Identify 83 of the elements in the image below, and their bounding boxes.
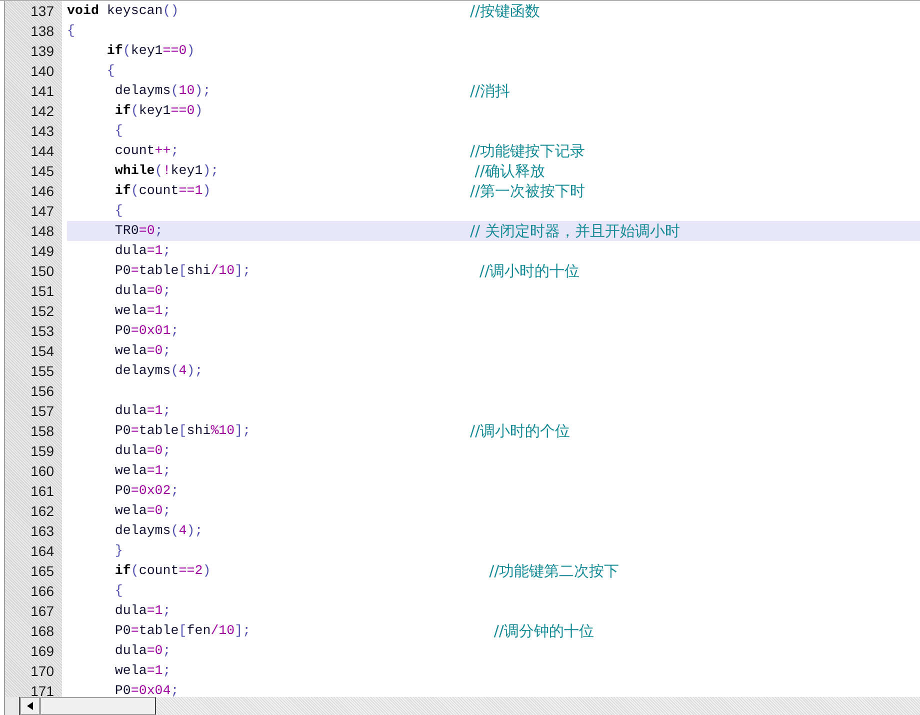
line-number: 168 xyxy=(30,622,54,641)
line-number: 160 xyxy=(30,462,54,481)
line-number: 139 xyxy=(30,42,54,61)
code-text: P0=table[shi%10]; xyxy=(114,422,252,440)
code-text: count++; xyxy=(114,142,180,160)
code-text: delayms(4); xyxy=(114,522,204,540)
code-text: wela=1; xyxy=(114,662,172,680)
line-number: 138 xyxy=(30,22,54,41)
code-text: dula=1; xyxy=(114,242,172,260)
code-comment: //功能键按下记录 xyxy=(470,141,586,161)
line-number: 165 xyxy=(30,562,54,581)
line-number: 171 xyxy=(30,682,54,697)
code-text: while(!key1); xyxy=(114,162,220,180)
code-text: dula=0; xyxy=(114,442,172,460)
code-text: if(key1==0) xyxy=(114,102,204,120)
code-text: } xyxy=(114,542,124,560)
line-number: 154 xyxy=(30,342,54,361)
line-number: 151 xyxy=(30,282,54,301)
line-number: 141 xyxy=(30,82,54,101)
line-number: 163 xyxy=(30,522,54,541)
line-number: 156 xyxy=(30,382,54,401)
line-number: 164 xyxy=(30,542,54,561)
line-number: 150 xyxy=(30,262,54,281)
code-text: wela=1; xyxy=(114,302,172,320)
line-number: 152 xyxy=(30,302,54,321)
scrollbar-corner xyxy=(4,697,20,715)
code-text: P0=0x04; xyxy=(114,682,180,697)
left-arrow-icon xyxy=(27,702,33,710)
code-text: P0=0x02; xyxy=(114,482,180,500)
code-text: { xyxy=(67,22,76,40)
code-comment: //第一次被按下时 xyxy=(470,181,586,201)
line-number: 137 xyxy=(30,2,54,21)
code-text: P0=table[fen/10]; xyxy=(114,622,252,640)
line-number: 144 xyxy=(30,142,54,161)
line-number: 157 xyxy=(30,402,54,421)
code-text: { xyxy=(106,62,116,80)
line-number: 145 xyxy=(30,162,54,181)
code-text: { xyxy=(114,122,124,140)
line-number: 148 xyxy=(30,222,54,241)
code-comment: //调小时的十位 xyxy=(478,261,580,281)
code-text: dula=0; xyxy=(114,642,172,660)
code-text: P0=table[shi/10]; xyxy=(114,262,252,280)
code-text: dula=1; xyxy=(114,602,172,620)
code-text: wela=0; xyxy=(114,342,172,360)
line-number: 142 xyxy=(30,102,54,121)
line-number: 146 xyxy=(30,182,54,201)
code-comment: //消抖 xyxy=(470,81,510,101)
line-number: 143 xyxy=(30,122,54,141)
line-number: 158 xyxy=(30,422,54,441)
code-comment: //调小时的个位 xyxy=(470,421,570,441)
line-number: 155 xyxy=(30,362,54,381)
code-comment: // 关闭定时器，并且开始调小时 xyxy=(470,221,680,241)
code-text: if(count==1) xyxy=(114,182,212,200)
code-text: dula=1; xyxy=(114,402,172,420)
code-text: delayms(4); xyxy=(114,362,204,380)
code-text: if(key1==0) xyxy=(106,42,196,60)
code-text: { xyxy=(114,202,124,220)
line-number: 147 xyxy=(30,202,54,221)
line-number: 149 xyxy=(30,242,54,261)
code-text: wela=1; xyxy=(114,462,172,480)
line-number: 166 xyxy=(30,582,54,601)
scrollbar-thumb[interactable] xyxy=(40,697,156,715)
code-text: dula=0; xyxy=(114,282,172,300)
line-number: 159 xyxy=(30,442,54,461)
code-text: if(count==2) xyxy=(114,562,212,580)
line-number: 169 xyxy=(30,642,54,661)
line-number: 161 xyxy=(30,482,54,501)
line-number: 153 xyxy=(30,322,54,341)
code-text: wela=0; xyxy=(114,502,172,520)
code-comment: //按键函数 xyxy=(470,1,540,21)
line-number: 162 xyxy=(30,502,54,521)
line-number: 170 xyxy=(30,662,54,681)
code-text: void keyscan() xyxy=(67,2,180,20)
code-text: { xyxy=(114,582,124,600)
code-text: P0=0x01; xyxy=(114,322,180,340)
code-comment: //调分钟的十位 xyxy=(492,621,594,641)
code-comment: //确认释放 xyxy=(474,161,545,181)
code-text: delayms(10); xyxy=(114,82,212,100)
code-text: TR0=0; xyxy=(114,222,164,240)
code-comment: //功能键第二次按下 xyxy=(488,561,620,581)
line-number: 140 xyxy=(30,62,54,81)
line-number: 167 xyxy=(30,602,54,621)
scroll-left-button[interactable] xyxy=(20,697,40,715)
